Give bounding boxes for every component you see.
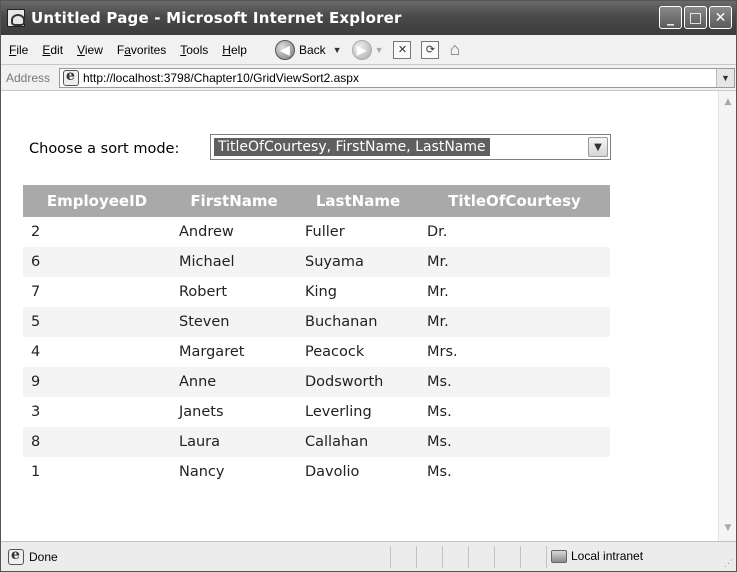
forward-dropdown-icon[interactable]: ▼ (375, 45, 384, 55)
cell-employeeid: 1 (23, 457, 171, 487)
cell-titleofcourtesy: Mrs. (419, 337, 610, 367)
cell-firstname: Nancy (171, 457, 297, 487)
cell-titleofcourtesy: Ms. (419, 427, 610, 457)
table-row: 2 Andrew Fuller Dr. (23, 217, 610, 247)
cell-firstname: Anne (171, 367, 297, 397)
table-row: 8 Laura Callahan Ms. (23, 427, 610, 457)
cell-employeeid: 9 (23, 367, 171, 397)
sort-selected-value: TitleOfCourtesy, FirstName, LastName (214, 138, 490, 156)
back-dropdown-icon[interactable]: ▼ (333, 45, 342, 55)
security-zone: Local intranet (551, 549, 643, 563)
cell-firstname: Janets (171, 397, 297, 427)
menu-edit[interactable]: Edit (42, 43, 63, 57)
table-row: 1 Nancy Davolio Ms. (23, 457, 610, 487)
table-row: 9 Anne Dodsworth Ms. (23, 367, 610, 397)
cell-firstname: Steven (171, 307, 297, 337)
cell-employeeid: 3 (23, 397, 171, 427)
address-bar: Address http://localhost:3798/Chapter10/… (1, 65, 736, 91)
cell-lastname: Suyama (297, 247, 419, 277)
zone-label: Local intranet (571, 549, 644, 563)
cell-firstname: Andrew (171, 217, 297, 247)
window-title: Untitled Page - Microsoft Internet Explo… (31, 9, 402, 27)
chevron-down-icon[interactable]: ▼ (588, 137, 608, 157)
back-arrow-icon: ◀ (274, 39, 295, 60)
scroll-up-icon[interactable]: ▲ (721, 95, 735, 109)
cell-firstname: Laura (171, 427, 297, 457)
cell-titleofcourtesy: Ms. (419, 397, 610, 427)
table-row: 5 Steven Buchanan Mr. (23, 307, 610, 337)
nav-toolbar: ◀ Back ▼ ▶ ▼ ✕ ⟳ ⌂ (274, 39, 460, 60)
cell-employeeid: 7 (23, 277, 171, 307)
cell-employeeid: 6 (23, 247, 171, 277)
cell-employeeid: 5 (23, 307, 171, 337)
vertical-scrollbar[interactable]: ▲ ▼ (718, 91, 736, 541)
cell-titleofcourtesy: Mr. (419, 247, 610, 277)
sort-label: Choose a sort mode: (29, 141, 180, 157)
browser-window: Untitled Page - Microsoft Internet Explo… (0, 0, 737, 572)
window-controls: _ □ ✕ (659, 6, 732, 29)
table-row: 4 Margaret Peacock Mrs. (23, 337, 610, 367)
sort-mode-select[interactable]: TitleOfCourtesy, FirstName, LastName ▼ (210, 134, 611, 160)
address-input[interactable]: http://localhost:3798/Chapter10/GridView… (59, 68, 735, 88)
minimize-button[interactable]: _ (659, 6, 682, 29)
menu-view[interactable]: View (77, 43, 103, 57)
menu-tools[interactable]: Tools (180, 43, 208, 57)
ie-page-icon (7, 9, 25, 27)
refresh-icon[interactable]: ⟳ (421, 40, 440, 59)
cell-lastname: Callahan (297, 427, 419, 457)
cell-titleofcourtesy: Ms. (419, 367, 610, 397)
page-icon (63, 68, 79, 86)
menu-favorites[interactable]: Favorites (117, 43, 166, 57)
close-button[interactable]: ✕ (709, 6, 732, 29)
cell-employeeid: 2 (23, 217, 171, 247)
cell-employeeid: 8 (23, 427, 171, 457)
cell-titleofcourtesy: Mr. (419, 307, 610, 337)
scroll-down-icon[interactable]: ▼ (721, 521, 735, 535)
address-dropdown-icon[interactable]: ▼ (716, 69, 734, 87)
table-row: 6 Michael Suyama Mr. (23, 247, 610, 277)
address-label: Address (6, 70, 51, 85)
cell-titleofcourtesy: Dr. (419, 217, 610, 247)
employee-grid: EmployeeID FirstName LastName TitleOfCou… (23, 185, 610, 487)
table-row: 3 Janets Leverling Ms. (23, 397, 610, 427)
menu-help[interactable]: Help (222, 43, 247, 57)
header-employeeid[interactable]: EmployeeID (23, 185, 171, 217)
back-button[interactable]: ◀ Back ▼ (274, 39, 342, 60)
back-label: Back (298, 42, 326, 57)
maximize-button[interactable]: □ (684, 6, 707, 29)
cell-lastname: Peacock (297, 337, 419, 367)
cell-lastname: King (297, 277, 419, 307)
cell-lastname: Davolio (297, 457, 419, 487)
cell-lastname: Fuller (297, 217, 419, 247)
page-content: Choose a sort mode: TitleOfCourtesy, Fir… (1, 91, 718, 541)
header-lastname[interactable]: LastName (297, 185, 419, 217)
page-status-icon (8, 547, 24, 565)
cell-firstname: Margaret (171, 337, 297, 367)
status-text: Done (29, 549, 58, 564)
menu-bar: File Edit View Favorites Tools Help ◀ Ba… (1, 35, 736, 97)
resize-grip-icon[interactable]: ⋰ (724, 558, 733, 569)
cell-lastname: Buchanan (297, 307, 419, 337)
grid-header-row: EmployeeID FirstName LastName TitleOfCou… (23, 185, 610, 217)
cell-firstname: Robert (171, 277, 297, 307)
cell-firstname: Michael (171, 247, 297, 277)
title-bar: Untitled Page - Microsoft Internet Explo… (1, 1, 736, 35)
header-firstname[interactable]: FirstName (171, 185, 297, 217)
stop-icon[interactable]: ✕ (393, 40, 412, 59)
cell-employeeid: 4 (23, 337, 171, 367)
status-bar: Done Local intranet ⋰ (1, 541, 736, 571)
menu-file[interactable]: File (9, 43, 28, 57)
header-titleofcourtesy[interactable]: TitleOfCourtesy (419, 185, 610, 217)
cell-titleofcourtesy: Ms. (419, 457, 610, 487)
sort-row: Choose a sort mode: (29, 141, 179, 157)
cell-lastname: Leverling (297, 397, 419, 427)
intranet-zone-icon (551, 549, 567, 563)
forward-arrow-icon[interactable]: ▶ (351, 39, 372, 60)
home-icon[interactable]: ⌂ (449, 39, 460, 60)
cell-lastname: Dodsworth (297, 367, 419, 397)
table-row: 7 Robert King Mr. (23, 277, 610, 307)
cell-titleofcourtesy: Mr. (419, 277, 610, 307)
address-url: http://localhost:3798/Chapter10/GridView… (83, 71, 359, 85)
